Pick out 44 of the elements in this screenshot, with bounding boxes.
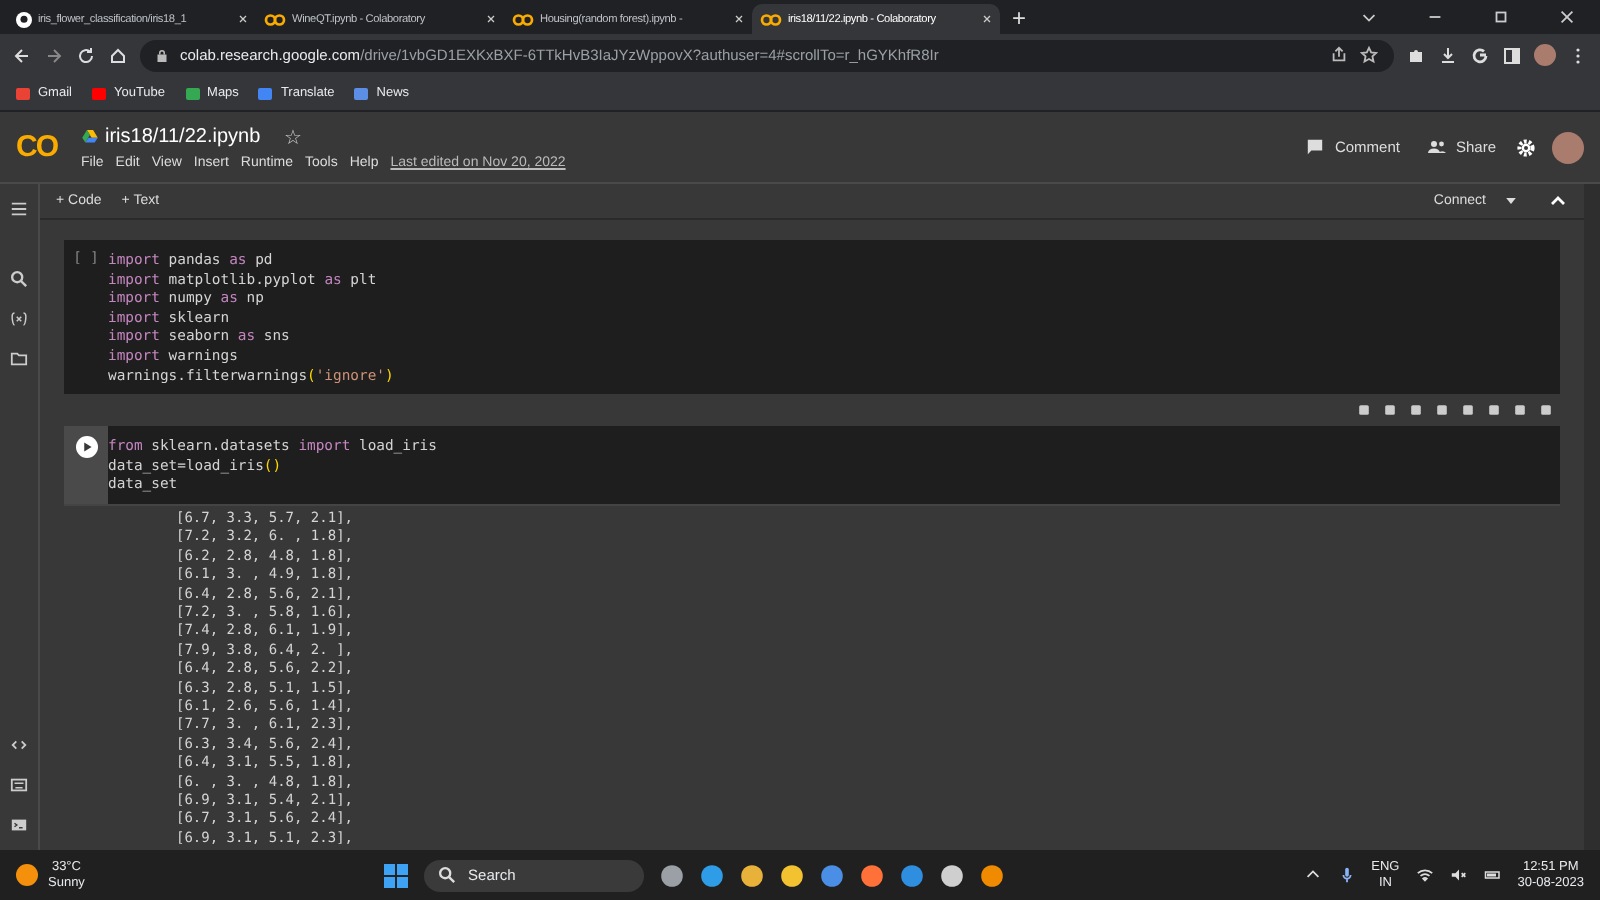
speaker-muted-icon[interactable] xyxy=(1449,866,1468,884)
star-button[interactable]: ☆ xyxy=(284,125,303,149)
notebook-title[interactable]: iris18/11/22.ipynb xyxy=(105,126,261,148)
share-icon[interactable] xyxy=(1330,46,1348,64)
close-icon[interactable] xyxy=(982,14,992,24)
keyboard-icon[interactable] xyxy=(10,776,28,794)
github-icon xyxy=(16,11,32,27)
battery-icon[interactable] xyxy=(1483,866,1502,884)
home-icon[interactable] xyxy=(108,45,128,65)
colab-logo[interactable]: CO xyxy=(16,130,57,164)
close-icon[interactable] xyxy=(238,14,248,24)
new-tab-button[interactable]: + xyxy=(1012,3,1027,31)
caret-icon xyxy=(1506,198,1516,204)
restore-icon[interactable] xyxy=(1492,8,1510,26)
menu-icon[interactable] xyxy=(10,200,28,218)
colab-icon xyxy=(512,13,534,25)
avatar[interactable] xyxy=(1552,131,1584,163)
search-icon xyxy=(438,866,457,884)
sun-icon[interactable] xyxy=(16,864,38,886)
variables-icon[interactable] xyxy=(10,310,28,328)
code-brackets-icon[interactable] xyxy=(10,736,28,754)
colab-icon xyxy=(264,13,286,25)
close-icon[interactable] xyxy=(486,14,496,24)
download-icon[interactable] xyxy=(1438,45,1458,65)
side-panel-icon[interactable] xyxy=(1502,45,1522,65)
windows-start-icon[interactable] xyxy=(384,863,409,887)
close-icon[interactable] xyxy=(734,14,744,24)
run-button[interactable] xyxy=(75,436,97,459)
search-icon[interactable] xyxy=(10,270,28,288)
google-icon[interactable] xyxy=(1470,45,1490,65)
wifi-icon[interactable] xyxy=(1415,866,1434,884)
reload-icon[interactable] xyxy=(76,45,96,65)
scrollbar[interactable] xyxy=(1584,184,1600,850)
forward-arrow-icon[interactable] xyxy=(44,45,64,65)
microphone-icon[interactable] xyxy=(1337,866,1356,884)
close-icon[interactable] xyxy=(1558,8,1576,26)
people-icon xyxy=(1427,138,1446,156)
avatar[interactable] xyxy=(1534,44,1556,66)
back-arrow-icon[interactable] xyxy=(12,45,32,65)
lock-icon xyxy=(156,47,168,63)
star-icon[interactable] xyxy=(1360,46,1378,64)
drive-icon xyxy=(81,130,97,144)
colab-icon xyxy=(760,13,782,25)
terminal-icon[interactable] xyxy=(10,816,28,834)
